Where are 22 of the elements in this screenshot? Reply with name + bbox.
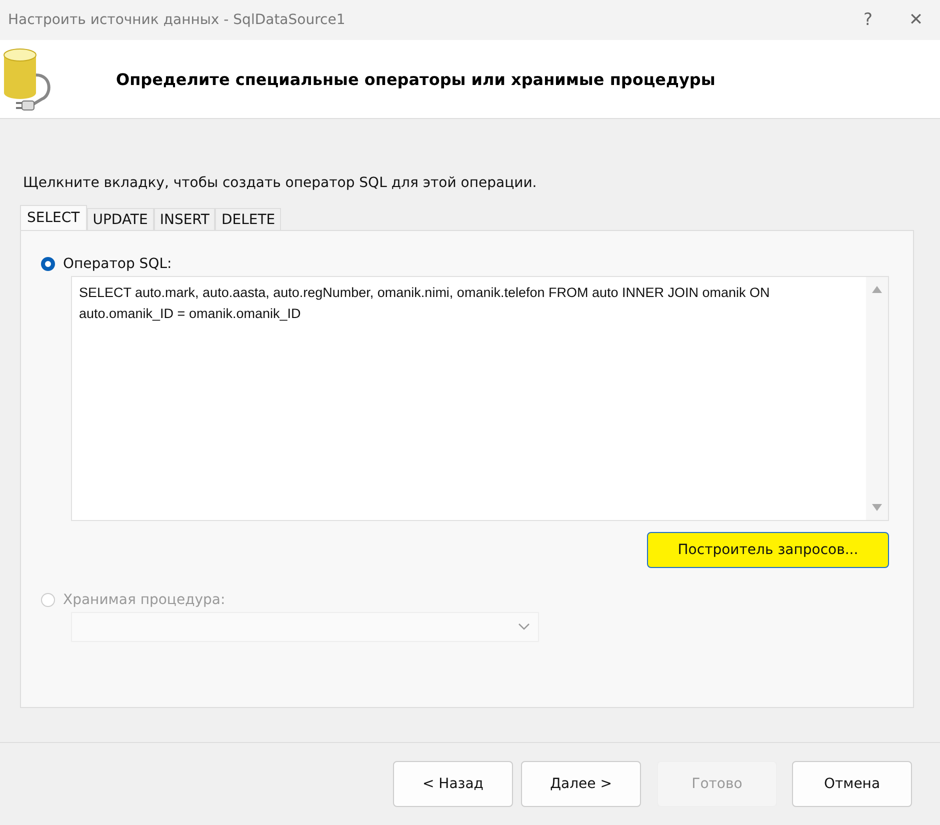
radio-label: Хранимая процедура:: [63, 592, 226, 608]
dialog-button[interactable]: Отмена: [792, 761, 912, 807]
close-button[interactable]: ✕: [892, 0, 940, 40]
tab[interactable]: SELECT: [20, 205, 87, 230]
chevron-down-icon: [518, 623, 530, 631]
tab[interactable]: INSERT: [154, 208, 216, 230]
sql-text-area[interactable]: SELECT auto.mark, auto.aasta, auto.regNumber, omanik.nimi, omanik.telefon FROM auto INNER JOIN omanik ON auto.omanik_ID = omanik.omanik_ID: [71, 276, 889, 521]
scroll-down-icon[interactable]: [872, 504, 882, 512]
radio-label: Оператор SQL:: [63, 256, 172, 272]
query-builder-button[interactable]: Построитель запросов...: [647, 532, 889, 568]
page-heading: Определите специальные операторы или хранимые процедуры: [116, 70, 716, 88]
tab[interactable]: DELETE: [215, 208, 282, 230]
radio-button[interactable]: [41, 257, 55, 271]
dialog-button[interactable]: Далее >: [521, 761, 641, 807]
window-title: Настроить источник данных - SqlDataSource1: [8, 12, 346, 28]
help-button[interactable]: ?: [844, 0, 892, 40]
procedure-dropdown[interactable]: [71, 612, 539, 642]
scrollbar[interactable]: [866, 277, 888, 520]
instruction-text: Щелкните вкладку, чтобы создать оператор SQL для этой операции.: [23, 175, 538, 191]
tab[interactable]: UPDATE: [86, 208, 154, 230]
scroll-up-icon[interactable]: [872, 285, 882, 293]
dialog-button[interactable]: < Назад: [393, 761, 513, 807]
